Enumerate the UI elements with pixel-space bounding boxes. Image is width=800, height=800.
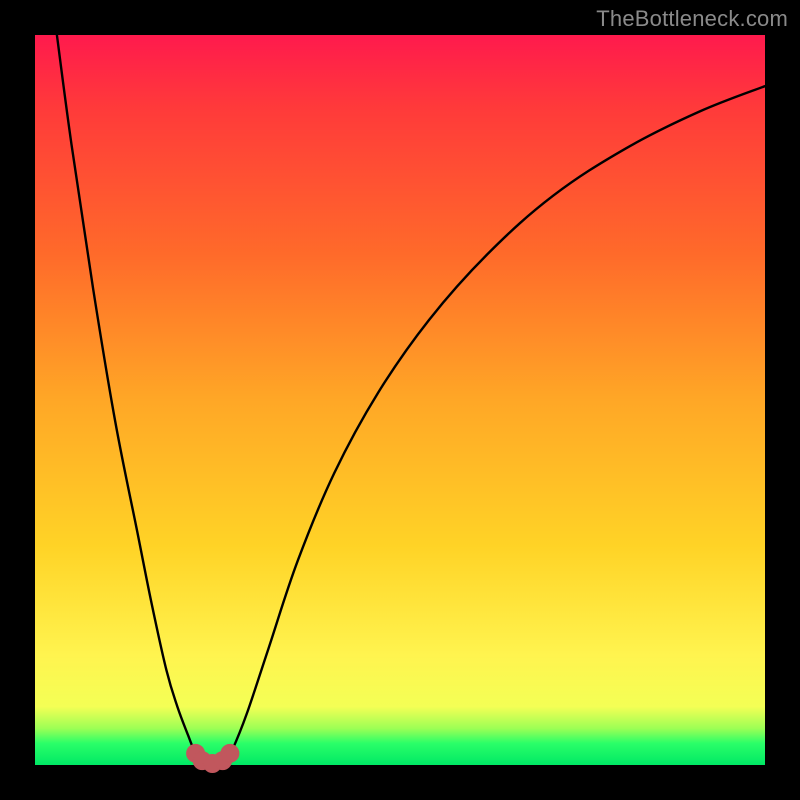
watermark-text: TheBottleneck.com	[596, 6, 788, 32]
minimum-markers	[187, 744, 239, 772]
chart-frame: TheBottleneck.com	[0, 0, 800, 800]
curve-left-branch	[57, 35, 202, 763]
curve-right-branch	[225, 86, 765, 763]
minimum-marker	[221, 744, 239, 762]
plot-area	[35, 35, 765, 765]
curve-svg	[35, 35, 765, 765]
